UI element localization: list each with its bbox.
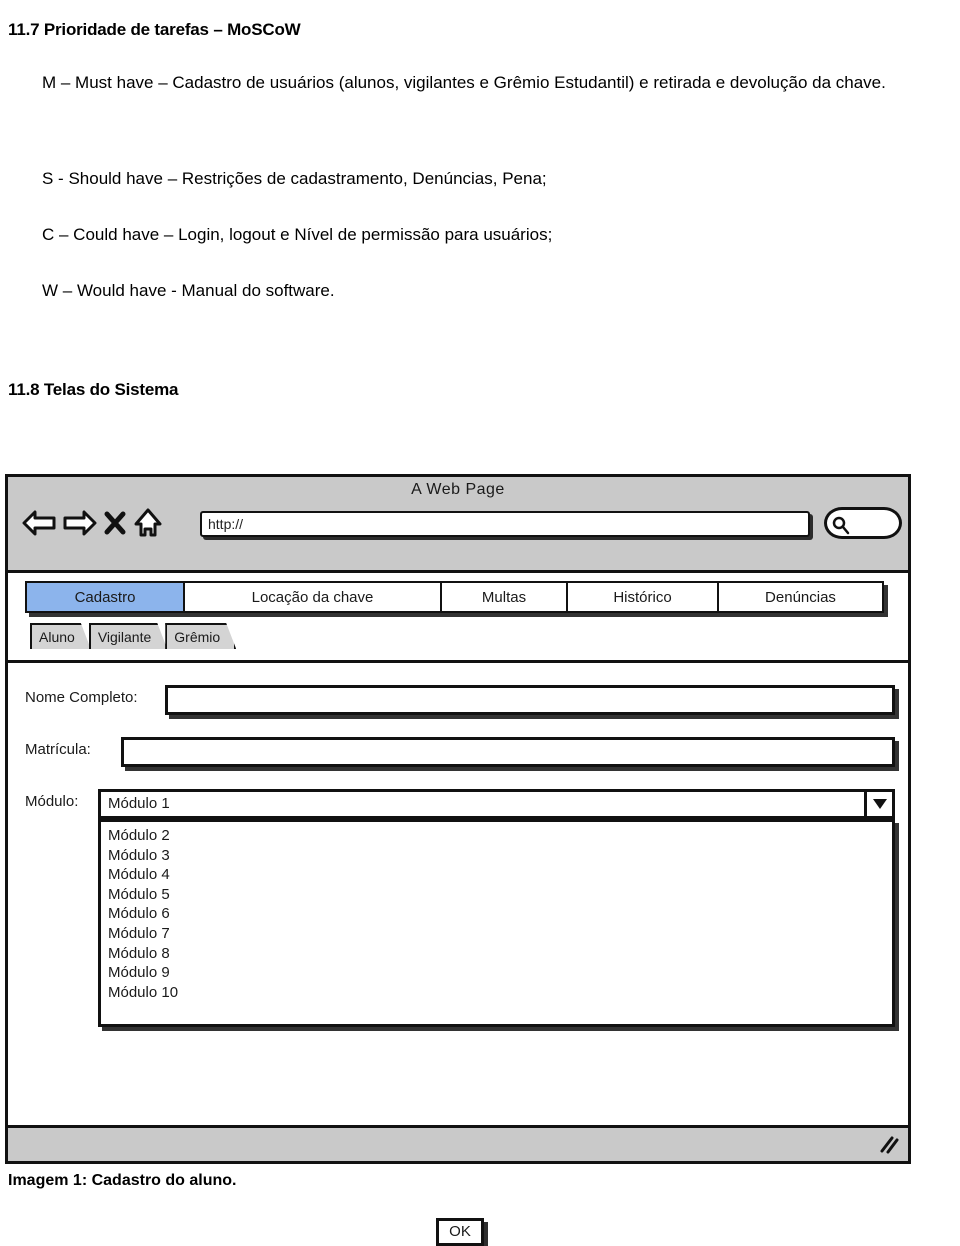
sub-tab-2[interactable]: Grêmio — [165, 623, 236, 649]
modulo-option-7[interactable]: Módulo 9 — [108, 963, 892, 983]
status-bar — [8, 1125, 908, 1161]
moscow-could-paragraph: C – Could have – Login, logout e Nível d… — [42, 225, 553, 244]
matricula-input[interactable] — [121, 737, 895, 767]
tab-strip: Cadastro Locação da chave Multas Histórico D… — [8, 573, 908, 663]
forward-arrow-icon[interactable] — [63, 508, 97, 538]
modulo-option-6[interactable]: Módulo 8 — [108, 944, 892, 964]
figure-caption: Imagem 1: Cadastro do aluno. — [8, 1172, 237, 1189]
chevron-down-icon[interactable] — [864, 792, 892, 816]
close-x-icon[interactable] — [104, 508, 126, 538]
main-tab-label: Locação da chave — [251, 589, 374, 606]
main-tab-list: Cadastro Locação da chave Multas Histórico D… — [25, 581, 884, 613]
modulo-option-0[interactable]: Módulo 2 — [108, 826, 892, 846]
main-tab-label: Cadastro — [74, 589, 136, 606]
modulo-option-2[interactable]: Módulo 4 — [108, 865, 892, 885]
modulo-select[interactable]: Módulo 1 — [98, 789, 895, 819]
nome-completo-label: Nome Completo: — [25, 689, 138, 706]
modulo-option-list[interactable]: Módulo 2 Módulo 3 Módulo 4 Módulo 5 Módulo 6… — [98, 819, 895, 1027]
browser-mockup-figure: A Web Page http:// Cadastro Locação da c… — [5, 474, 911, 1246]
moscow-must-paragraph: M – Must have – Cadastro de usuários (al… — [42, 73, 886, 92]
main-tab-2[interactable]: Multas — [440, 581, 568, 613]
moscow-would-paragraph: W – Would have - Manual do software. — [42, 281, 335, 300]
modulo-label: Módulo: — [25, 793, 79, 810]
modulo-option-5[interactable]: Módulo 7 — [108, 924, 892, 944]
main-tab-3[interactable]: Histórico — [566, 581, 719, 613]
ok-button[interactable]: OK — [436, 1218, 484, 1246]
browser-chrome: A Web Page http:// — [8, 477, 908, 573]
page-heading-11-8: 11.8 Telas do Sistema — [8, 380, 179, 400]
url-input-value: http:// — [208, 516, 244, 532]
page-heading-11-7: 11.7 Prioridade de tarefas – MoSCoW — [8, 20, 301, 40]
sub-tab-label: Vigilante — [97, 629, 152, 645]
home-icon[interactable] — [133, 507, 163, 539]
nome-completo-input[interactable] — [165, 685, 895, 715]
form-pane: Nome Completo: Matrícula: Módulo: Módulo… — [8, 663, 908, 1246]
moscow-should-paragraph: S - Should have – Restrições de cadastra… — [42, 169, 547, 188]
modulo-option-8[interactable]: Módulo 10 — [108, 983, 892, 1003]
modulo-option-1[interactable]: Módulo 3 — [108, 846, 892, 866]
sub-tab-1[interactable]: Vigilante — [89, 623, 167, 649]
field-row-modulo: Módulo: Módulo 1 Módulo 2 Módulo 3 Módulo … — [8, 789, 908, 1027]
main-tab-1[interactable]: Locação da chave — [183, 581, 442, 613]
sub-tab-label: Grêmio — [174, 629, 221, 645]
modulo-option-3[interactable]: Módulo 5 — [108, 885, 892, 905]
matricula-label: Matrícula: — [25, 741, 91, 758]
main-tab-label: Histórico — [613, 589, 672, 606]
field-row-matricula: Matrícula: — [8, 737, 908, 771]
window-title: A Web Page — [411, 481, 505, 498]
sub-tab-0[interactable]: Aluno — [30, 623, 91, 649]
sub-tab-list: Aluno Vigilante Grêmio — [30, 623, 236, 649]
main-tab-4[interactable]: Denúncias — [717, 581, 884, 613]
sub-tab-label: Aluno — [39, 629, 75, 645]
modulo-option-4[interactable]: Módulo 6 — [108, 904, 892, 924]
main-tab-label: Multas — [481, 589, 527, 606]
field-row-nome-completo: Nome Completo: — [8, 685, 908, 719]
modulo-select-value: Módulo 1 — [108, 795, 170, 812]
resize-grip-icon[interactable] — [878, 1134, 900, 1161]
main-tab-label: Denúncias — [765, 589, 836, 606]
navigation-icon-group — [22, 507, 163, 539]
search-input[interactable] — [824, 507, 902, 539]
back-arrow-icon[interactable] — [22, 508, 56, 538]
url-input[interactable]: http:// — [200, 511, 810, 537]
main-tab-0[interactable]: Cadastro — [25, 581, 185, 613]
